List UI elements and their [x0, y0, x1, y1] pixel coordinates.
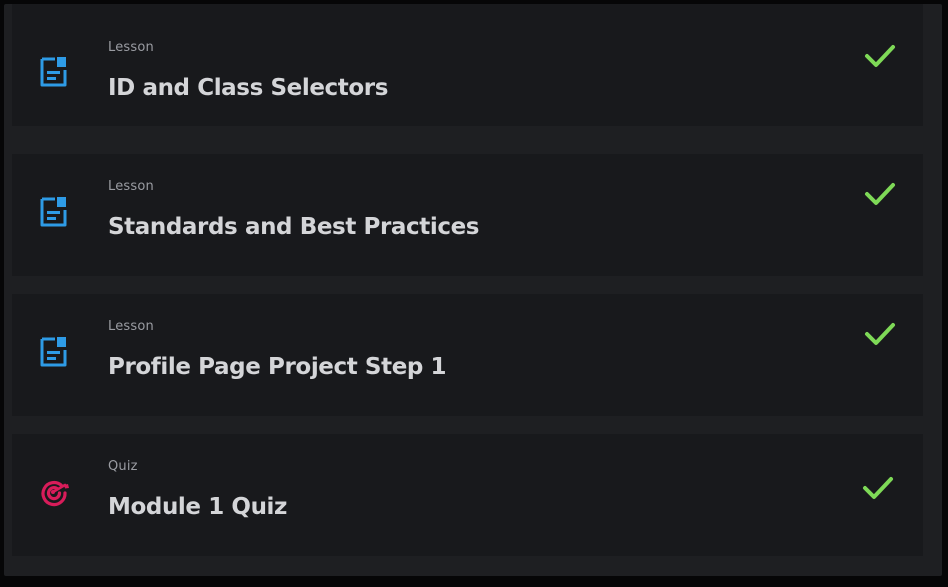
list-item-lesson[interactable]: Lesson Standards and Best Practices [12, 154, 923, 276]
item-title: Profile Page Project Step 1 [108, 354, 447, 380]
item-title: Standards and Best Practices [108, 214, 480, 240]
check-icon [864, 180, 896, 208]
document-icon [38, 196, 70, 228]
target-icon [38, 476, 70, 508]
item-kind-label: Lesson [108, 40, 154, 55]
check-icon [862, 474, 894, 502]
check-icon [864, 42, 896, 70]
item-kind-label: Lesson [108, 319, 154, 334]
document-icon [38, 56, 70, 88]
check-icon [864, 320, 896, 348]
item-title: Module 1 Quiz [108, 494, 288, 520]
item-kind-label: Lesson [108, 179, 154, 194]
item-kind-label: Quiz [108, 459, 138, 474]
list-item-lesson[interactable]: Lesson Profile Page Project Step 1 [12, 294, 923, 416]
document-icon [38, 336, 70, 368]
module-item-list: Lesson ID and Class Selectors Lesson Sta… [4, 4, 942, 576]
list-item-quiz[interactable]: Quiz Module 1 Quiz [12, 434, 923, 556]
item-title: ID and Class Selectors [108, 75, 389, 101]
list-item-lesson[interactable]: Lesson ID and Class Selectors [12, 4, 923, 126]
